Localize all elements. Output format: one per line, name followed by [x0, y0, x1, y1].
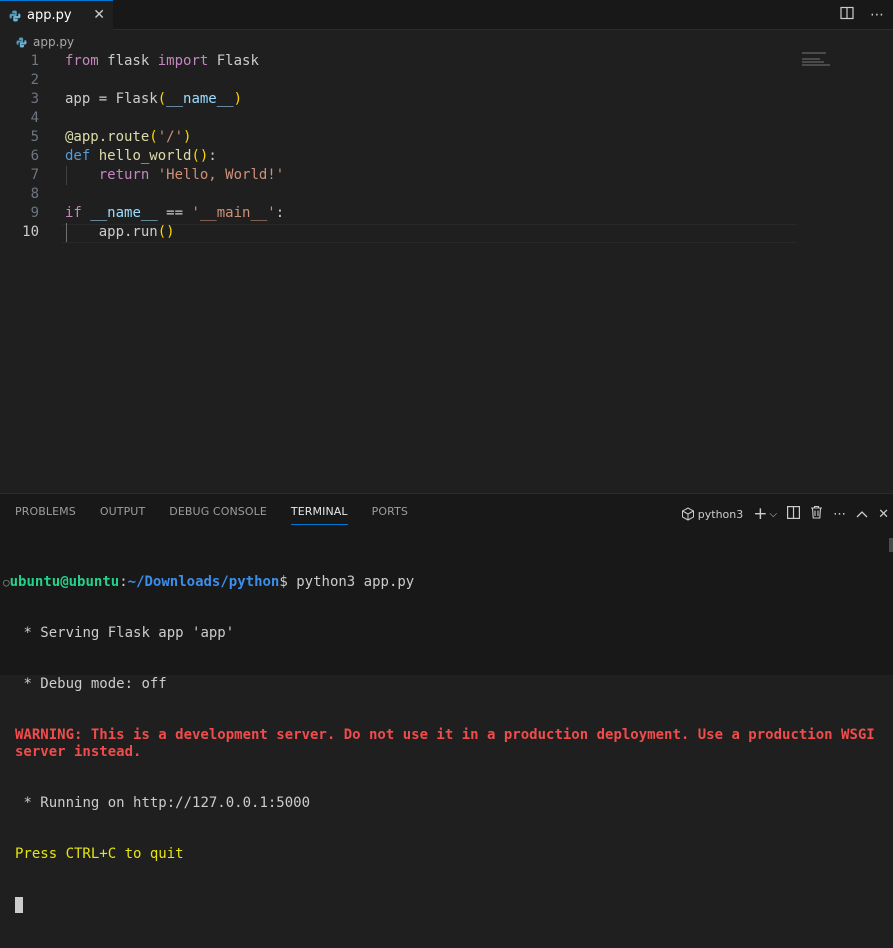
line-code: app = Flask(__name__): [65, 91, 243, 107]
line-code: if __name__ == '__main__':: [65, 205, 285, 221]
terminal-selector[interactable]: python3: [681, 507, 743, 521]
line-number: 8: [30, 186, 39, 202]
line-number: 2: [30, 72, 39, 88]
tab-output[interactable]: OUTPUT: [100, 505, 145, 525]
terminal-scrollbar[interactable]: [889, 538, 893, 552]
line-number: 1: [30, 53, 39, 69]
python-file-icon: [9, 10, 21, 21]
trash-icon[interactable]: [810, 505, 823, 523]
code-line: 6 def hello_world():: [0, 147, 800, 166]
new-terminal-icon[interactable]: +: [753, 504, 767, 524]
terminal-line: * Debug mode: off: [15, 676, 167, 692]
panel-actions: python3 + ⌵ ⋯ ✕: [681, 504, 889, 524]
more-actions-icon[interactable]: ⋯: [833, 507, 846, 522]
code-line-active: 10 app.run(): [0, 223, 800, 242]
line-number: 10: [22, 224, 39, 240]
code-line: 5 @app.route('/'): [0, 128, 800, 147]
code-line: 9 if __name__ == '__main__':: [0, 204, 800, 223]
line-number: 5: [30, 129, 39, 145]
command-decoration-icon: ○: [3, 576, 10, 589]
close-tab-icon[interactable]: ✕: [93, 7, 105, 23]
code-line: 2: [0, 71, 800, 90]
editor-tab-bar: app.py ✕ ⋯: [0, 0, 893, 30]
code-line: 7 return 'Hello, World!': [0, 166, 800, 185]
terminal-line-warning: WARNING: This is a development server. D…: [15, 727, 884, 760]
prompt-path: ~/Downloads/python: [127, 574, 280, 590]
prompt-separator: :: [119, 574, 128, 590]
line-code: def hello_world():: [65, 148, 217, 164]
minimap[interactable]: [802, 52, 832, 74]
split-terminal-icon[interactable]: [787, 505, 801, 523]
split-editor-icon[interactable]: [839, 6, 855, 24]
code-line: 3 app = Flask(__name__): [0, 90, 800, 109]
panel-tabs: PROBLEMS OUTPUT DEBUG CONSOLE TERMINAL P…: [15, 505, 432, 525]
line-number: 9: [30, 205, 39, 221]
more-actions-icon[interactable]: ⋯: [869, 7, 885, 23]
line-number: 4: [30, 110, 39, 126]
editor-actions: ⋯: [839, 6, 885, 24]
terminal-line-quit: Press CTRL+C to quit: [15, 846, 184, 862]
terminal-line: * Running on http://127.0.0.1:5000: [15, 795, 311, 811]
line-code: return 'Hello, World!': [98, 167, 285, 183]
line-code: app.run(): [65, 224, 175, 240]
code-line: 8: [0, 185, 800, 204]
terminal-line-command: ○ubuntu@ubuntu:~/Downloads/python$ pytho…: [0, 574, 889, 591]
tab-terminal[interactable]: TERMINAL: [290, 505, 348, 525]
terminal-cursor: [15, 897, 23, 913]
chevron-down-icon[interactable]: ⌵: [770, 509, 778, 520]
bottom-panel: PROBLEMS OUTPUT DEBUG CONSOLE TERMINAL P…: [0, 493, 893, 913]
command-text: python3 app.py: [287, 574, 415, 590]
tab-label: app.py: [27, 8, 72, 23]
tab-problems[interactable]: PROBLEMS: [15, 505, 76, 525]
line-number: 6: [30, 148, 39, 164]
terminal-line: * Serving Flask app 'app': [15, 625, 235, 641]
close-panel-icon[interactable]: ✕: [878, 507, 889, 522]
line-code: from flask import Flask: [65, 53, 259, 69]
python-file-icon: [16, 36, 27, 48]
code-editor[interactable]: 1 from flask import Flask 2 3 app = Flask(…: [0, 52, 893, 492]
breadcrumb-file[interactable]: app.py: [33, 35, 74, 49]
line-code: @app.route('/'): [65, 129, 192, 145]
code-line: 1 from flask import Flask: [0, 52, 800, 71]
line-number: 7: [30, 167, 39, 183]
terminal-name: python3: [697, 507, 744, 521]
breadcrumb: app.py: [16, 34, 74, 50]
code-line: 4: [0, 109, 800, 128]
maximize-panel-icon[interactable]: [856, 507, 868, 522]
prompt-end: $: [279, 574, 288, 590]
tab-app-py[interactable]: app.py ✕: [0, 0, 113, 30]
terminal-cursor-line: [0, 897, 889, 914]
tab-ports[interactable]: PORTS: [372, 505, 408, 525]
line-number: 3: [30, 91, 39, 107]
prompt-user: ubuntu@ubuntu: [9, 574, 120, 590]
tab-debug-console[interactable]: DEBUG CONSOLE: [169, 505, 267, 525]
terminal-cube-icon: [681, 507, 694, 521]
terminal-output[interactable]: ○ubuntu@ubuntu:~/Downloads/python$ pytho…: [0, 540, 889, 948]
